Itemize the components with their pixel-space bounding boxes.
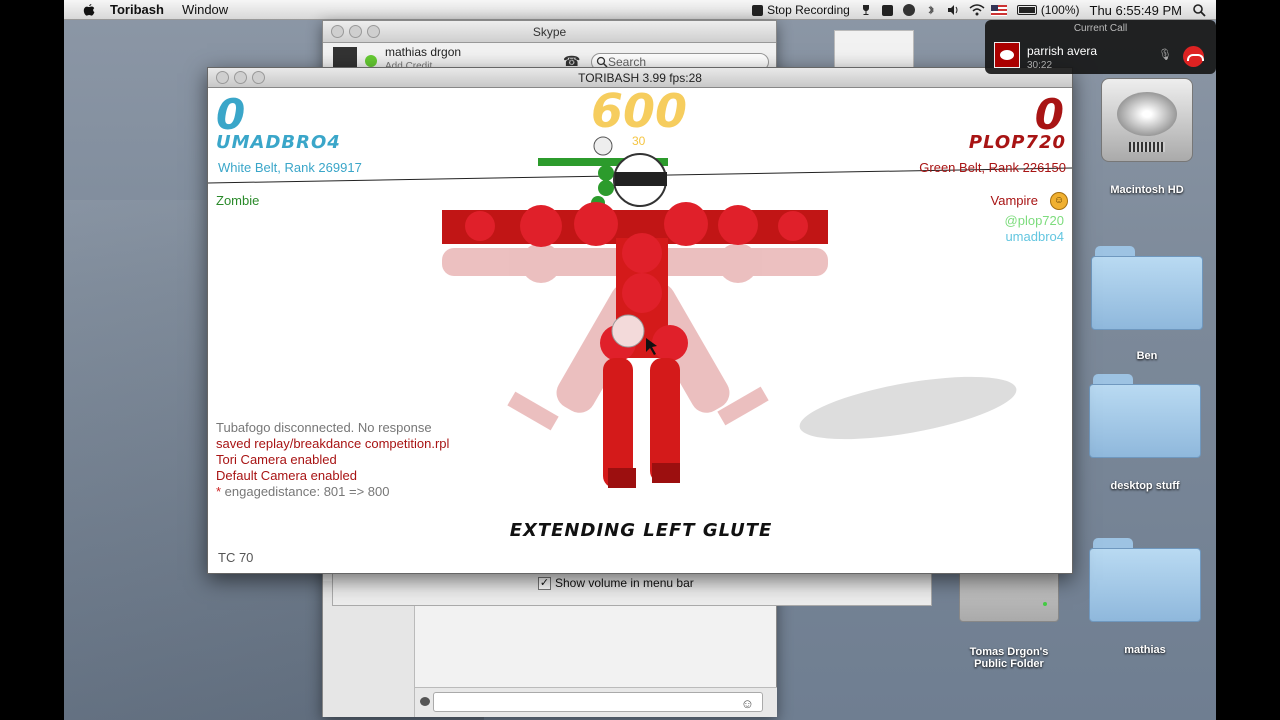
hang-up-button[interactable] — [1183, 46, 1204, 67]
online-status-icon — [365, 55, 377, 67]
game-viewport[interactable]: 0 UMADBRO4 White Belt, Rank 269917 600 3… — [208, 84, 1072, 573]
player-ragdoll — [442, 153, 828, 488]
minimize-button[interactable] — [234, 71, 247, 84]
letterbox-right — [1216, 0, 1280, 720]
minimize-button[interactable] — [349, 25, 362, 38]
close-button[interactable] — [331, 25, 344, 38]
call-panel-title: Current Call — [1073, 23, 1128, 34]
folder-icon — [1087, 374, 1203, 460]
console-line: saved replay/breakdance competition.rpl — [216, 436, 450, 451]
console-line: Tori Camera enabled — [216, 452, 337, 467]
right-player-rank: Green Belt, Rank 226150 — [919, 160, 1066, 175]
folder-icon — [1087, 538, 1203, 624]
desktop-icon-label: Tomas Drgon's Public Folder — [969, 646, 1049, 670]
stop-recording-label: Stop Recording — [767, 3, 850, 17]
left-player-rank: White Belt, Rank 269917 — [218, 160, 362, 175]
time-machine-icon[interactable] — [902, 4, 915, 16]
turn-frames: 30 — [632, 134, 646, 148]
match-timer: 600 — [591, 84, 688, 138]
desktop-icon-label: Ben — [1136, 350, 1158, 362]
tc-counter: TC 70 — [218, 550, 254, 565]
menu-app-name[interactable]: Toribash — [110, 2, 164, 17]
apple-menu-icon[interactable] — [82, 3, 96, 17]
checkbox-box[interactable]: ✓ — [538, 576, 551, 590]
letterbox-left — [0, 0, 64, 720]
game-console: Tubafogo disconnected. No response saved… — [216, 420, 449, 500]
spotlight-icon[interactable] — [1192, 3, 1206, 17]
desktop: Toribash Window Stop Recording (100%) Th… — [64, 0, 1216, 720]
emoticon-icon[interactable]: ☺ — [741, 696, 754, 711]
right-player-name: PLOP720 — [968, 132, 1066, 153]
console-line: Tubafogo disconnected. No response — [216, 420, 432, 435]
spectator-item: umadbro4 — [1005, 229, 1064, 244]
wifi-icon[interactable] — [969, 4, 985, 16]
message-input[interactable]: ☺ — [433, 692, 763, 712]
stop-recording-item[interactable]: Stop Recording — [752, 3, 850, 17]
current-call-panel[interactable]: Current Call parrish avera 30:22 🎙 — [985, 20, 1216, 74]
battery-item[interactable]: (100%) — [1016, 3, 1080, 17]
toribash-window: TORIBASH 3.99 fps:28 0 UMADBRO4 White Be… — [207, 67, 1073, 574]
checkbox-label: Show volume in menu bar — [555, 576, 694, 590]
left-mod-label: Zombie — [216, 193, 260, 208]
chat-bubble-icon — [420, 697, 430, 706]
volume-icon[interactable] — [947, 4, 959, 16]
skype-titlebar[interactable]: Skype — [323, 21, 776, 43]
zoom-button[interactable] — [252, 71, 265, 84]
current-move-label: EXTENDING LEFT GLUTE — [509, 520, 773, 541]
menu-extras: Stop Recording (100%) Thu 6:55:49 PM — [752, 0, 1206, 20]
bluetooth-icon[interactable] — [925, 4, 937, 16]
caller-avatar — [994, 42, 1020, 68]
desktop-icon-label: desktop stuff — [1110, 480, 1180, 492]
skype-message-bar: ☺ — [415, 687, 777, 717]
console-line-text: engagedistance: 801 => 800 — [221, 484, 390, 499]
skype-title: Skype — [532, 25, 567, 39]
menu-bar: Toribash Window Stop Recording (100%) Th… — [64, 0, 1216, 20]
folder-icon — [1089, 246, 1205, 332]
console-line: Default Camera enabled — [216, 468, 357, 483]
battery-percent: (100%) — [1040, 3, 1080, 17]
menu-clock[interactable]: Thu 6:55:49 PM — [1090, 3, 1183, 18]
desktop-icon-mathias[interactable]: mathias — [1075, 538, 1215, 656]
toribash-title: TORIBASH 3.99 fps:28 — [578, 71, 702, 85]
desktop-icon-ben[interactable]: Ben — [1077, 246, 1216, 362]
left-player-name: UMADBRO4 — [216, 132, 341, 153]
us-flag-input-icon[interactable] — [990, 4, 1007, 16]
wine-glass-icon[interactable] — [860, 4, 872, 16]
right-mod-label: Vampire — [990, 193, 1038, 208]
menu-window[interactable]: Window — [182, 2, 228, 17]
mute-microphone-icon[interactable]: 🎙 — [1157, 48, 1173, 64]
battery-icon — [1016, 5, 1037, 15]
vampire-emote-icon: ☺ — [1050, 192, 1068, 210]
show-volume-checkbox[interactable]: ✓ Show volume in menu bar — [538, 576, 694, 590]
caller-name: parrish avera — [1027, 44, 1098, 58]
skype-user-name[interactable]: mathias drgon — [385, 45, 461, 59]
desktop-icon-desktop-stuff[interactable]: desktop stuff — [1075, 374, 1215, 492]
stop-recording-icon — [752, 4, 764, 16]
desktop-icon-macintosh-hd[interactable]: Macintosh HD — [1077, 70, 1216, 196]
skype-status-icon[interactable] — [881, 4, 893, 16]
desktop-icon-label: Macintosh HD — [1110, 184, 1184, 196]
console-line: * engagedistance: 801 => 800 — [216, 484, 449, 500]
zoom-button[interactable] — [367, 25, 380, 38]
hard-drive-icon — [1099, 70, 1195, 166]
ragdoll-shadow — [799, 376, 1017, 440]
call-duration: 30:22 — [1027, 60, 1053, 71]
spectator-item: @plop720 — [1004, 213, 1064, 228]
desktop-icon-label: mathias — [1124, 644, 1166, 656]
close-button[interactable] — [216, 71, 229, 84]
document-icon[interactable] — [834, 30, 914, 70]
